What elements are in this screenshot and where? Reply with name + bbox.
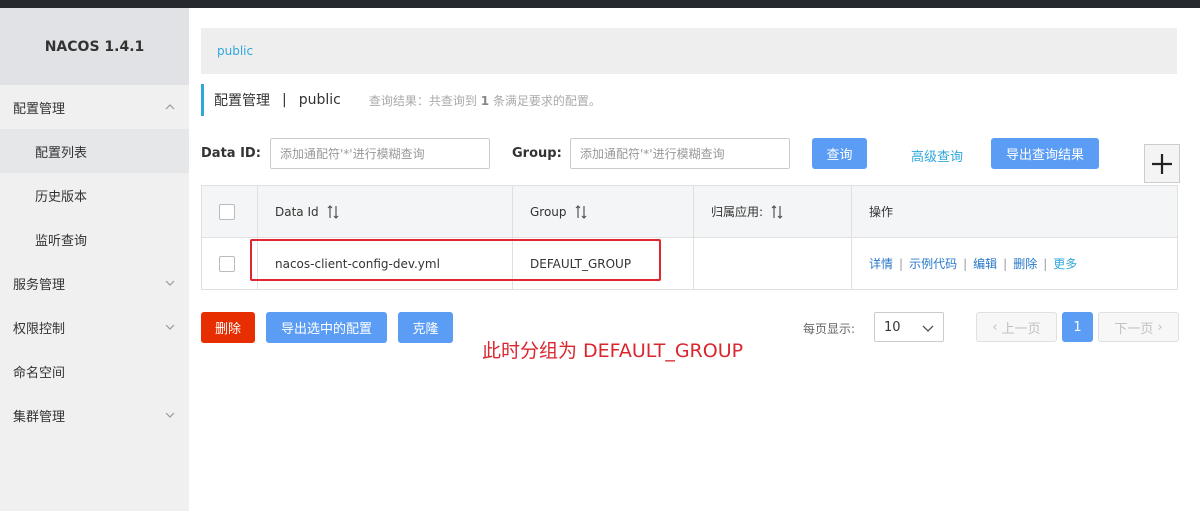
result-count: 1: [480, 93, 490, 108]
search-bar: Data ID: 添加通配符'*'进行模糊查询 Group: 添加通配符'*'进…: [201, 138, 1189, 183]
namespace-bar: public: [201, 28, 1177, 74]
column-header-dataid[interactable]: Data Id: [275, 186, 339, 237]
sort-icon: [575, 204, 586, 219]
chevron-down-icon: [165, 280, 175, 286]
prev-page-label: 上一页: [1001, 321, 1041, 337]
sidebar-item-permission-control[interactable]: 权限控制: [0, 305, 189, 349]
dataid-input[interactable]: 添加通配符'*'进行模糊查询: [270, 138, 490, 169]
sidebar-item-label: 配置管理: [13, 101, 66, 117]
column-divider: [693, 186, 694, 289]
result-suffix: 条满足要求的配置。: [492, 93, 601, 108]
annotation-text: 此时分组为 DEFAULT_GROUP: [482, 340, 744, 362]
namespace-tab-public[interactable]: public: [217, 44, 253, 58]
column-label: 归属应用:: [711, 205, 764, 219]
row-checkbox[interactable]: [219, 255, 235, 272]
chevron-right-icon: ›: [1157, 319, 1163, 335]
column-header-app[interactable]: 归属应用:: [711, 186, 783, 237]
dataid-label: Data ID:: [201, 146, 261, 161]
page-namespace: public: [298, 92, 341, 108]
select-all-cell: [219, 186, 235, 237]
sidebar-item-label: 命名空间: [13, 365, 66, 381]
highlight-box: [250, 239, 661, 281]
title-accent-bar: [201, 84, 204, 116]
delete-link[interactable]: 删除: [1013, 255, 1037, 272]
column-header-group[interactable]: Group: [530, 186, 587, 237]
sidebar-item-config-list[interactable]: 配置列表: [0, 129, 189, 173]
export-selected-button[interactable]: 导出选中的配置: [266, 312, 387, 343]
result-prefix: 查询结果：共查询到: [368, 93, 477, 108]
query-button[interactable]: 查询: [812, 138, 867, 169]
sidebar-item-label: 集群管理: [13, 409, 66, 425]
next-page-label: 下一页: [1114, 321, 1154, 337]
window-top-bar: [0, 0, 1200, 8]
column-divider: [851, 186, 852, 289]
ops-separator: |: [899, 256, 904, 271]
more-link[interactable]: 更多: [1053, 255, 1077, 272]
query-result-text: 查询结果：共查询到 1 条满足要求的配置。: [369, 92, 601, 109]
sidebar-item-label: 权限控制: [13, 321, 66, 337]
page-size-select[interactable]: 10: [874, 312, 944, 342]
page-title: 配置管理: [214, 93, 270, 109]
export-results-button[interactable]: 导出查询结果: [991, 138, 1099, 169]
sample-code-link[interactable]: 示例代码: [909, 255, 957, 272]
cell-ops: 详情 | 示例代码 | 编辑 | 删除 | 更多: [869, 238, 1077, 289]
chevron-down-icon: [165, 412, 175, 418]
table-header: Data Id Group 归属应用: 操作: [202, 186, 1177, 238]
chevron-down-icon: [922, 325, 934, 332]
column-label: Group: [530, 204, 567, 219]
prev-page-button[interactable]: ‹ 上一页: [976, 312, 1057, 342]
ops-separator: |: [1003, 256, 1008, 271]
group-label: Group:: [512, 146, 562, 161]
sidebar-item-namespace[interactable]: 命名空间: [0, 349, 189, 393]
sidebar-item-history[interactable]: 历史版本: [0, 173, 189, 217]
edit-link[interactable]: 编辑: [973, 255, 997, 272]
next-page-button[interactable]: 下一页 ›: [1098, 312, 1179, 342]
clone-button[interactable]: 克隆: [398, 312, 453, 343]
brand-logo: NACOS 1.4.1: [0, 8, 189, 85]
chevron-left-icon: ‹: [992, 319, 998, 335]
sidebar-item-label: 服务管理: [13, 277, 66, 293]
page-size-value: 10: [884, 319, 901, 335]
page-size-label: 每页显示:: [803, 322, 856, 336]
plus-icon: [1152, 153, 1172, 174]
sidebar-item-label: 历史版本: [35, 189, 88, 205]
ops-separator: |: [963, 256, 968, 271]
sort-icon: [771, 204, 783, 219]
column-label: 操作: [869, 205, 894, 219]
column-header-ops: 操作: [869, 186, 893, 237]
row-select-cell: [219, 238, 235, 289]
sidebar-item-config-management[interactable]: 配置管理: [0, 85, 189, 129]
sidebar-item-cluster-management[interactable]: 集群管理: [0, 393, 189, 437]
detail-link[interactable]: 详情: [869, 255, 893, 272]
sidebar-item-label: 配置列表: [35, 145, 88, 161]
sidebar-item-listener-query[interactable]: 监听查询: [0, 217, 189, 261]
title-separator: |: [282, 92, 287, 108]
chevron-up-icon: [165, 104, 175, 110]
page-header: 配置管理 | public 查询结果：共查询到 1 条满足要求的配置。: [201, 84, 601, 116]
group-input[interactable]: 添加通配符'*'进行模糊查询: [570, 138, 790, 169]
page-1-button[interactable]: 1: [1062, 312, 1093, 342]
delete-button[interactable]: 删除: [201, 312, 255, 343]
sidebar-item-service-management[interactable]: 服务管理: [0, 261, 189, 305]
sort-icon: [327, 204, 339, 219]
advanced-query-link[interactable]: 高级查询: [911, 146, 963, 165]
ops-separator: |: [1043, 256, 1048, 271]
sidebar-item-label: 监听查询: [35, 233, 88, 249]
sidebar: NACOS 1.4.1 配置管理 配置列表 历史版本 监听查询 服务管理 权限控…: [0, 8, 189, 511]
add-config-button[interactable]: [1144, 144, 1180, 183]
chevron-down-icon: [165, 324, 175, 330]
select-all-checkbox[interactable]: [219, 203, 235, 220]
column-label: Data Id: [275, 204, 319, 219]
